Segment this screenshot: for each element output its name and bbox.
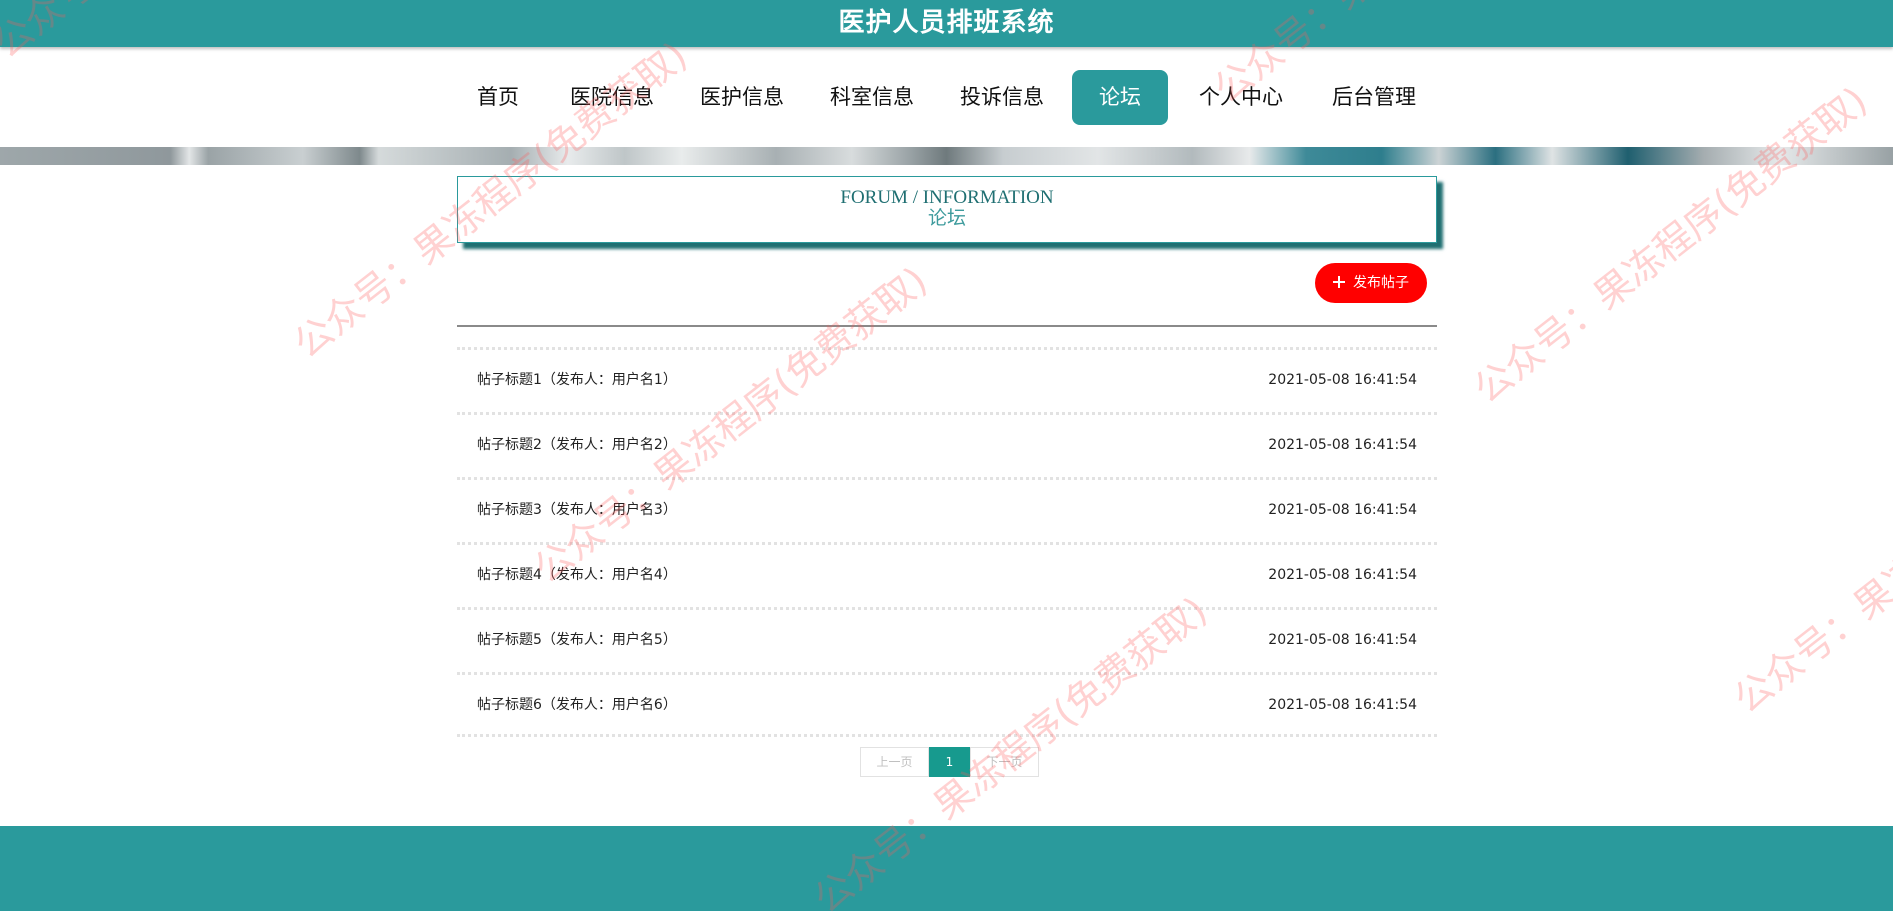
post-row[interactable]: 帖子标题2（发布人：用户名2） 2021-05-08 16:41:54: [457, 412, 1437, 477]
nav-item-complaint-info[interactable]: 投诉信息: [953, 70, 1051, 125]
page-number-current[interactable]: 1: [929, 747, 970, 777]
top-title-bar: 医护人员排班系统: [0, 0, 1893, 47]
post-title[interactable]: 帖子标题2（发布人：用户名2）: [477, 415, 677, 475]
nav-item-personal-center[interactable]: 个人中心: [1192, 70, 1290, 125]
post-row[interactable]: 帖子标题3（发布人：用户名3） 2021-05-08 16:41:54: [457, 477, 1437, 542]
nav-item-forum[interactable]: 论坛: [1072, 70, 1168, 125]
section-title-box: FORUM / INFORMATION 论坛: [457, 176, 1437, 243]
nav-item-hospital-info[interactable]: 医院信息: [563, 70, 661, 125]
post-title[interactable]: 帖子标题5（发布人：用户名5）: [477, 610, 677, 670]
post-row[interactable]: 帖子标题5（发布人：用户名5） 2021-05-08 16:41:54: [457, 607, 1437, 672]
post-title[interactable]: 帖子标题6（发布人：用户名6）: [477, 675, 677, 735]
prev-page-button[interactable]: 上一页: [860, 747, 929, 777]
section-title-en: FORUM / INFORMATION: [840, 187, 1054, 208]
nav-list: 首页 医院信息 医护信息 科室信息 投诉信息 论坛 个人中心 后台管理: [0, 47, 1893, 147]
watermark-text: 公众号：果冻程序(免费获取): [1725, 388, 1893, 722]
nav-item-medical-staff-info[interactable]: 医护信息: [693, 70, 791, 125]
site-title: 医护人员排班系统: [838, 8, 1055, 38]
next-page-button[interactable]: 下一页: [970, 747, 1039, 777]
post-time: 2021-05-08 16:41:54: [1268, 567, 1417, 583]
main-navigation: 首页 医院信息 医护信息 科室信息 投诉信息 论坛 个人中心 后台管理: [0, 47, 1893, 147]
nav-item-admin[interactable]: 后台管理: [1325, 70, 1423, 125]
plus-icon: [1333, 276, 1345, 288]
nav-item-home[interactable]: 首页: [463, 70, 533, 125]
nav-item-department-info[interactable]: 科室信息: [823, 70, 921, 125]
post-time: 2021-05-08 16:41:54: [1268, 632, 1417, 648]
publish-post-label: 发布帖子: [1353, 275, 1409, 291]
post-title[interactable]: 帖子标题4（发布人：用户名4）: [477, 545, 677, 605]
post-row[interactable]: 帖子标题6（发布人：用户名6） 2021-05-08 16:41:54: [457, 672, 1437, 737]
post-row[interactable]: 帖子标题4（发布人：用户名4） 2021-05-08 16:41:54: [457, 542, 1437, 607]
banner-image-strip: [0, 147, 1893, 165]
post-time: 2021-05-08 16:41:54: [1268, 437, 1417, 453]
post-list: 帖子标题1（发布人：用户名1） 2021-05-08 16:41:54 帖子标题…: [457, 347, 1437, 737]
list-divider: [457, 325, 1437, 327]
post-row[interactable]: 帖子标题1（发布人：用户名1） 2021-05-08 16:41:54: [457, 347, 1437, 412]
post-time: 2021-05-08 16:41:54: [1268, 697, 1417, 713]
post-time: 2021-05-08 16:41:54: [1268, 372, 1417, 388]
publish-post-button[interactable]: 发布帖子: [1315, 263, 1427, 303]
section-title-cn: 论坛: [927, 208, 966, 229]
post-time: 2021-05-08 16:41:54: [1268, 502, 1417, 518]
post-title[interactable]: 帖子标题3（发布人：用户名3）: [477, 480, 677, 540]
post-title[interactable]: 帖子标题1（发布人：用户名1）: [477, 350, 677, 410]
pagination: 上一页 1 下一页: [860, 747, 1039, 777]
footer: [0, 826, 1893, 911]
